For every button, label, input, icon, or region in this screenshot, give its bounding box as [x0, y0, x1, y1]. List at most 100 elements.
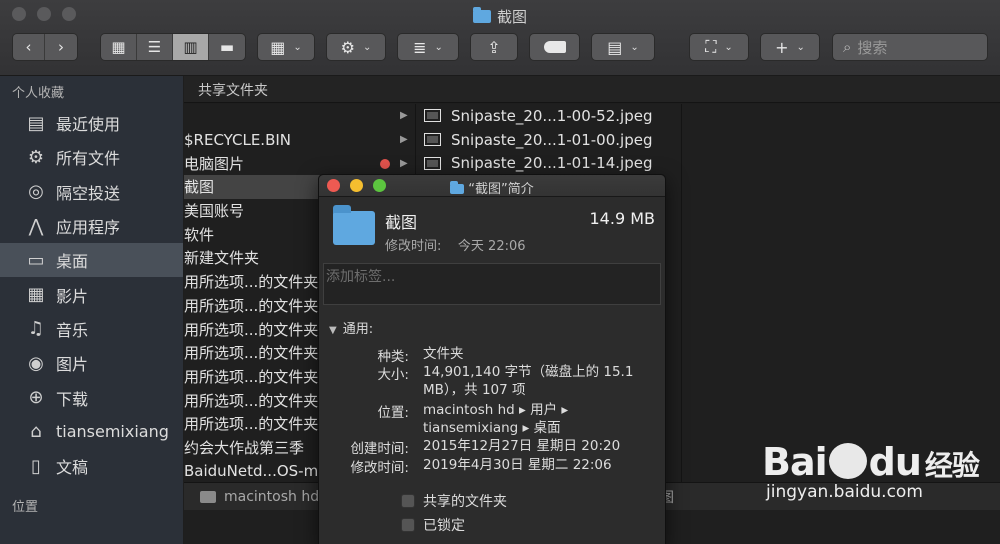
sidebar: 个人收藏 ▤ 最近使用 ⚙ 所有文件 ◎ 隔空投送 ⋀ 应用程序 ▭ 桌面 ▦ 影片 ♫ 音乐 ◉ 图片 ⊕ 下载…: [0, 76, 183, 544]
sidebar-item-label: 最近使用: [56, 115, 121, 135]
column-row-label: BaiduNetd...OS-mac: [184, 462, 336, 481]
back-button[interactable]: ‹: [13, 34, 45, 60]
locked-checkbox[interactable]: 已锁定: [401, 515, 465, 535]
new-file-button[interactable]: ▤ ⌄: [591, 33, 655, 61]
column-row[interactable]: $RECYCLE.BIN ▶: [184, 128, 415, 152]
tags-input[interactable]: 添加标签...: [323, 263, 661, 305]
search-field[interactable]: ⌕ 搜索: [832, 33, 988, 61]
sidebar-item-label: 桌面: [56, 252, 89, 272]
column-row-label: 用所选项...的文件夹: [184, 415, 319, 434]
folder-icon: [450, 181, 465, 194]
image-file-icon: [424, 156, 441, 170]
chevron-right-icon: ›: [58, 38, 64, 56]
sidebar-item-label: tiansemixiang: [56, 422, 169, 442]
column-row-label: 软件: [184, 225, 215, 244]
sidebar-item[interactable]: ◉ 图片: [0, 346, 183, 380]
info-name: 截图: [385, 213, 418, 232]
info-header: 截图 14.9 MB 修改时间: 今天 22:06: [319, 197, 665, 259]
share-icon: ⇪: [487, 37, 501, 57]
sidebar-item[interactable]: ▦ 影片: [0, 277, 183, 311]
file-row[interactable]: Snipaste_20...1-01-14.jpeg: [416, 151, 681, 175]
add-button[interactable]: + ⌄: [760, 33, 820, 61]
tag-button[interactable]: [529, 33, 580, 61]
chevron-down-icon: ⌄: [362, 41, 372, 53]
disclosure-arrow-icon: ▶: [400, 134, 408, 146]
recents-icon: ▤: [27, 112, 45, 134]
sidebar-item[interactable]: ⊕ 下载: [0, 380, 183, 414]
sidebar-item[interactable]: ⚙ 所有文件: [0, 140, 183, 174]
arrange-icon: ≣: [413, 37, 427, 57]
sidebar-item-label: 图片: [56, 355, 89, 375]
sidebar-item[interactable]: ♫ 音乐: [0, 312, 183, 346]
desktop-icon: ▭: [27, 249, 45, 271]
chevron-down-icon: ⌄: [796, 41, 805, 53]
movies-icon: ▦: [27, 284, 45, 306]
info-title-bar: “截图”简介: [319, 175, 665, 197]
column-row-label: $RECYCLE.BIN: [184, 130, 292, 149]
column-view-button[interactable]: ▥: [173, 34, 209, 60]
column-row[interactable]: ▶: [184, 104, 415, 128]
icon-view-button[interactable]: ▦: [101, 34, 137, 60]
chevron-left-icon: ‹: [25, 38, 32, 56]
sidebar-item-label: 文稿: [56, 458, 89, 478]
column-row-label: 用所选项...的文件夹: [184, 367, 319, 386]
file-name: Snipaste_20...1-01-14.jpeg: [451, 154, 653, 173]
gallery-view-button[interactable]: ▬: [209, 34, 245, 60]
view-mode-control: ▦ ☰ ▥ ▬: [100, 33, 246, 61]
applications-icon: ⋀: [28, 215, 44, 237]
gear-icon: ⚙: [340, 37, 355, 57]
share-button[interactable]: ⇪: [470, 33, 518, 61]
documents-icon: ▯: [31, 455, 41, 477]
device-icon: ⛶: [705, 37, 717, 56]
file-name: Snipaste_20...1-01-00.jpeg: [451, 130, 653, 149]
info-close-button[interactable]: [327, 179, 340, 192]
arrange-button[interactable]: ≣ ⌄: [397, 33, 459, 61]
downloads-icon: ⊕: [28, 387, 44, 409]
path-bar-disk[interactable]: macintosh hd: [224, 489, 319, 505]
camera-icon: ◉: [28, 352, 44, 374]
search-icon: ⌕: [843, 38, 852, 56]
general-section-toggle[interactable]: ▼ 通用:: [329, 318, 373, 337]
home-icon: ⌂: [30, 421, 42, 443]
favorites-header: 个人收藏: [12, 86, 65, 101]
baidu-watermark: Bai du 经验 jingyan.baidu.com: [762, 440, 992, 530]
group-button[interactable]: ▦ ⌄: [257, 33, 315, 61]
file-row[interactable]: Snipaste_20...1-00-52.jpeg: [416, 104, 681, 128]
info-modified: 修改时间: 今天 22:06: [385, 239, 526, 254]
disclosure-triangle-icon: ▼: [329, 325, 337, 336]
sidebar-item[interactable]: ▤ 最近使用: [0, 106, 183, 140]
sidebar-item[interactable]: ◎ 隔空投送: [0, 175, 183, 209]
column-row-label: 约会大作战第三季: [184, 438, 305, 457]
column-row-label: 用所选项...的文件夹: [184, 344, 319, 363]
file-row[interactable]: Snipaste_20...1-01-00.jpeg: [416, 128, 681, 152]
info-zoom-button[interactable]: [373, 179, 386, 192]
general-section-label: 通用:: [342, 322, 374, 337]
sidebar-item[interactable]: ⋀ 应用程序: [0, 209, 183, 243]
column-row-label: 用所选项...的文件夹: [184, 391, 319, 410]
baidu-logo: Bai du 经验: [762, 440, 980, 484]
column-row-label: 新建文件夹: [184, 249, 260, 268]
sidebar-item[interactable]: ▯ 文稿: [0, 449, 183, 483]
column-row[interactable]: 电脑图片 ▶: [184, 151, 415, 175]
device-button[interactable]: ⛶ ⌄: [689, 33, 749, 61]
forward-button[interactable]: ›: [45, 34, 77, 60]
column-row-label: 截图: [184, 178, 215, 197]
list-view-button[interactable]: ☰: [137, 34, 173, 60]
action-button[interactable]: ⚙ ⌄: [326, 33, 386, 61]
paw-icon: [828, 443, 867, 479]
column-browser-3: [682, 104, 1000, 482]
chevron-down-icon: ⌄: [630, 41, 639, 53]
chevron-down-icon: ⌄: [434, 41, 443, 53]
sidebar-item[interactable]: ▭ 桌面: [0, 243, 183, 278]
sidebar-item-label: 下载: [56, 389, 89, 409]
column-row-label: 电脑图片: [184, 154, 245, 173]
airdrop-icon: ◎: [28, 181, 44, 203]
shared-folder-checkbox[interactable]: 共享的文件夹: [401, 491, 507, 511]
folder-icon: [472, 7, 491, 23]
sidebar-item[interactable]: ⌂ tiansemixiang: [0, 415, 183, 449]
checkbox-icon: [401, 518, 415, 532]
sidebar-item-label: 应用程序: [56, 218, 121, 238]
tags-placeholder: 添加标签...: [326, 269, 396, 285]
info-minimize-button[interactable]: [350, 179, 363, 192]
checkbox-icon: [401, 494, 415, 508]
